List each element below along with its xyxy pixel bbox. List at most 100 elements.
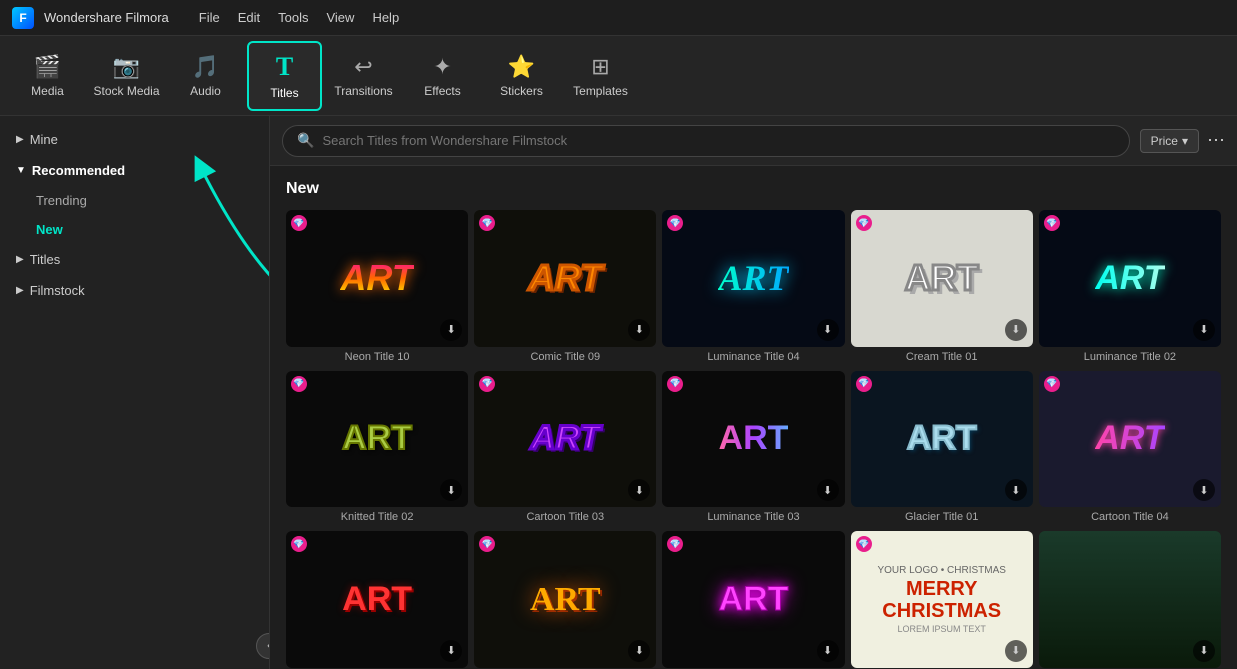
menu-tools[interactable]: Tools [278,10,308,25]
download-icon: ⬇ [1005,479,1027,501]
menu-help[interactable]: Help [372,10,399,25]
sidebar-filmstock-label: Filmstock [30,283,85,298]
luminance02-art-text: ART [1095,259,1164,298]
glacier01-art-text: ART [907,419,977,458]
stock-media-icon: 📷 [113,54,140,80]
search-input-wrap: 🔍 [282,125,1130,157]
tile-thumb-luminance03: 💎 ART ⬇ [662,371,844,508]
christmas-title-text: MERRYCHRISTMAS [882,578,1001,622]
search-input[interactable] [322,133,1114,148]
toolbar-stock-media-button[interactable]: 📷 Stock Media [89,41,164,111]
download-icon: ⬇ [817,319,839,341]
sidebar-collapse-button[interactable]: ‹ [256,633,270,659]
download-icon: ⬇ [1193,640,1215,662]
tile-thumb-cream01: 💎 ART ⬇ [851,210,1033,347]
tile-thumb-glacier01: 💎 ART ⬇ [851,371,1033,508]
cream01-art-text: ART [905,257,979,299]
app-logo: F [12,7,34,29]
sidebar-section-mine[interactable]: ▶ Mine [0,124,269,155]
download-icon: ⬇ [817,479,839,501]
search-bar: 🔍 Price ▾ ⋯ [270,116,1237,166]
luminance04-art-text: ART [718,257,788,299]
tile-label-cream01: Cream Title 01 [851,351,1033,363]
toolbar-effects-button[interactable]: ✦ Effects [405,41,480,111]
mine-collapse-icon: ▶ [16,134,24,145]
toolbar-audio-button[interactable]: 🎵 Audio [168,41,243,111]
premium-icon: 💎 [479,536,495,552]
tile-thumb-luminance02: 💎 ART ⬇ [1039,210,1221,347]
christmas-footer: LOREM IPSUM TEXT [898,624,986,634]
premium-icon: 💎 [291,536,307,552]
knitted01-art-text: ART [342,580,412,619]
tile-cartoon-title-03[interactable]: 💎 ART ⬇ Cartoon Title 03 [474,371,656,524]
tile-comic-title-09[interactable]: 💎 ART ⬇ Comic Title 09 [474,210,656,363]
christmas-subtitle: YOUR LOGO • CHRISTMAS [877,565,1006,576]
download-icon: ⬇ [440,640,462,662]
tile-label-luminance02: Luminance Title 02 [1039,351,1221,363]
sidebar-section-filmstock[interactable]: ▶ Filmstock [0,275,269,306]
titles-collapse-icon: ▶ [16,254,24,265]
toolbar: 🎬 Media 📷 Stock Media 🎵 Audio T Titles ↩… [0,36,1237,116]
toolbar-audio-label: Audio [190,84,221,98]
tile-thumb-knitted01: 💎 ART ⬇ [286,531,468,668]
tile-knitted-title-02[interactable]: 💎 ART ⬇ Knitted Title 02 [286,371,468,524]
menu-file[interactable]: File [199,10,220,25]
sidebar-item-new[interactable]: New [0,215,269,244]
price-chevron-icon: ▾ [1182,134,1188,148]
tile-thumb-subtitles: ⬇ [1039,531,1221,668]
tile-thumb-luminance04: 💎 ART ⬇ [662,210,844,347]
templates-icon: ⊞ [591,54,609,80]
premium-icon: 💎 [667,536,683,552]
download-icon: ⬇ [628,479,650,501]
download-icon: ⬇ [628,319,650,341]
download-icon: ⬇ [440,319,462,341]
tile-luminance-title-03[interactable]: 💎 ART ⬇ Luminance Title 03 [662,371,844,524]
sidebar: ▶ Mine ▼ Recommended Trending New ▶ Titl… [0,116,270,669]
transitions-icon: ↩ [354,54,372,80]
tile-neon-title-09[interactable]: 💎 ART ⬇ Neon Title 09 [662,531,844,669]
toolbar-stickers-button[interactable]: ⭐ Stickers [484,41,559,111]
price-button[interactable]: Price ▾ [1140,129,1199,153]
toolbar-titles-button[interactable]: T Titles [247,41,322,111]
tile-thumb-neon09: 💎 ART ⬇ [662,531,844,668]
tile-cream-title-01[interactable]: 💎 ART ⬇ Cream Title 01 [851,210,1033,363]
tile-cartoon-title-04[interactable]: 💎 ART ⬇ Cartoon Title 04 [1039,371,1221,524]
media-icon: 🎬 [34,54,61,80]
tile-label-luminance03: Luminance Title 03 [662,511,844,523]
download-icon: ⬇ [1193,319,1215,341]
titles-icon: T [276,52,293,82]
toolbar-transitions-button[interactable]: ↩ Transitions [326,41,401,111]
tile-thumb-cartoon04: 💎 ART ⬇ [1039,371,1221,508]
premium-icon: 💎 [291,376,307,392]
tile-luminance-title-01[interactable]: 💎 ART ⬇ Luminance Title 01 [474,531,656,669]
menu-view[interactable]: View [326,10,354,25]
tiles-grid-row1: 💎 ART ⬇ Neon Title 10 💎 ART ⬇ Comic Titl… [286,210,1221,363]
tile-thumb-luminance01: 💎 ART ⬇ [474,531,656,668]
audio-icon: 🎵 [192,54,219,80]
tile-thumb-cartoon03: 💎 ART ⬇ [474,371,656,508]
tile-glacier-title-01[interactable]: 💎 ART ⬇ Glacier Title 01 [851,371,1033,524]
tile-neon-title-10[interactable]: 💎 ART ⬇ Neon Title 10 [286,210,468,363]
toolbar-templates-button[interactable]: ⊞ Templates [563,41,638,111]
sidebar-section-titles[interactable]: ▶ Titles [0,244,269,275]
menu-edit[interactable]: Edit [238,10,260,25]
sidebar-titles-label: Titles [30,252,61,267]
download-icon: ⬇ [817,640,839,662]
sidebar-item-trending[interactable]: Trending [0,186,269,215]
search-right: Price ▾ ⋯ [1140,129,1225,153]
tile-label-luminance04: Luminance Title 04 [662,351,844,363]
tile-subtitles-default[interactable]: ⬇ Subtitles Default [1039,531,1221,669]
stickers-icon: ⭐ [508,54,535,80]
sidebar-section-recommended[interactable]: ▼ Recommended [0,155,269,186]
tile-knitted-title-01[interactable]: 💎 ART ⬇ Knitted Title 01 [286,531,468,669]
tile-luminance-title-02[interactable]: 💎 ART ⬇ Luminance Title 02 [1039,210,1221,363]
download-icon: ⬇ [628,640,650,662]
tile-label-cartoon04: Cartoon Title 04 [1039,511,1221,523]
tiles-grid-row3: 💎 ART ⬇ Knitted Title 01 💎 ART ⬇ Luminan… [286,531,1221,669]
tile-christmas[interactable]: 💎 YOUR LOGO • CHRISTMAS MERRYCHRISTMAS L… [851,531,1033,669]
toolbar-media-button[interactable]: 🎬 Media [10,41,85,111]
tile-luminance-title-04[interactable]: 💎 ART ⬇ Luminance Title 04 [662,210,844,363]
neon10-art-text: ART [340,257,413,299]
more-options-button[interactable]: ⋯ [1207,130,1225,151]
title-bar: F Wondershare Filmora File Edit Tools Vi… [0,0,1237,36]
